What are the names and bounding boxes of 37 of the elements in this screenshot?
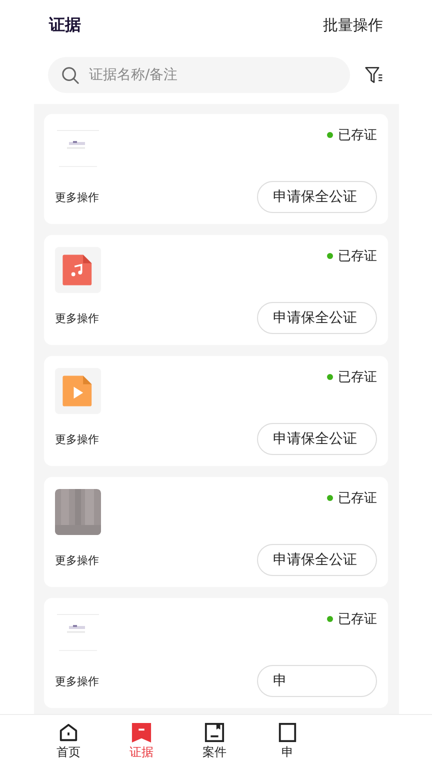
apply-notary-button[interactable]: 申请保全公证	[257, 302, 377, 334]
bookmark-icon	[131, 722, 152, 743]
tab-item[interactable]: 申	[251, 715, 324, 768]
more-actions-link[interactable]: 更多操作	[55, 552, 99, 568]
evidence-card[interactable]: 已存证 更多操作 申请保全公证	[44, 235, 388, 345]
apply-notary-button[interactable]: 申请保全公证	[257, 423, 377, 455]
status-dot	[327, 374, 333, 380]
tab-item[interactable]: 证据	[105, 715, 178, 768]
status-dot	[327, 495, 333, 501]
status-label: 已存证	[338, 127, 377, 144]
status-label: 已存证	[338, 611, 377, 628]
tab-item[interactable]: 案件	[178, 715, 251, 768]
status-dot	[327, 132, 333, 138]
search-field[interactable]: 证据名称/备注	[48, 57, 350, 93]
status-dot	[327, 616, 333, 622]
folder-icon	[204, 722, 225, 743]
status-label: 已存证	[338, 490, 377, 507]
filter-icon[interactable]	[364, 64, 384, 86]
apply-notary-button[interactable]: 申	[257, 665, 377, 697]
more-actions-link[interactable]: 更多操作	[55, 310, 99, 326]
tab-item[interactable]: 首页	[32, 715, 105, 768]
batch-action-link[interactable]: 批量操作	[323, 16, 383, 34]
page-title: 证据	[49, 14, 81, 36]
status-dot	[327, 253, 333, 259]
more-actions-link[interactable]: 更多操作	[55, 190, 99, 204]
evidence-card[interactable]: 已存证 更多操作 申请保全公证	[44, 477, 388, 587]
more-actions-link[interactable]: 更多操作	[55, 432, 99, 446]
status-label: 已存证	[338, 248, 377, 265]
evidence-card[interactable]: 已存证 更多操作 申	[44, 598, 388, 708]
status-label: 已存证	[338, 369, 377, 386]
more-actions-link[interactable]: 更多操作	[55, 674, 99, 688]
home-icon	[58, 722, 79, 743]
apply-notary-button[interactable]: 申请保全公证	[257, 181, 377, 213]
evidence-card[interactable]: 已存证 更多操作 申请保全公证	[44, 356, 388, 466]
apply-notary-button[interactable]: 申请保全公证	[257, 544, 377, 576]
evidence-card[interactable]: 已存证 更多操作 申请保全公证	[44, 114, 388, 224]
document-icon	[277, 722, 298, 743]
